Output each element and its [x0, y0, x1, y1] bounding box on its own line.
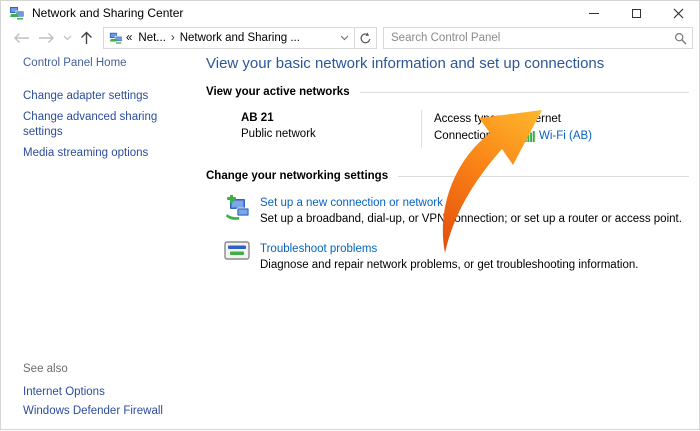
setup-connection-description: Set up a broadband, dial-up, or VPN conn…	[260, 211, 682, 228]
setup-connection-item: Set up a new connection or network Set u…	[222, 195, 689, 228]
toolbar: « Net... › Network and Sharing ...	[1, 25, 699, 51]
content-area: Control Panel Home Change adapter settin…	[1, 51, 699, 429]
minimize-button[interactable]	[573, 1, 615, 25]
refresh-button[interactable]	[355, 27, 377, 49]
see-also-section: See also Internet Options Windows Defend…	[23, 363, 163, 421]
back-arrow-icon	[13, 32, 30, 44]
page-title: View your basic network information and …	[206, 55, 689, 72]
section-rule	[398, 176, 689, 177]
search-box	[383, 27, 693, 49]
active-networks-label: View your active networks	[206, 86, 350, 98]
troubleshoot-item: Troubleshoot problems Diagnose and repai…	[222, 241, 689, 274]
minimize-icon	[589, 13, 599, 14]
main-pane: View your basic network information and …	[206, 51, 689, 274]
network-profile: Public network	[241, 126, 421, 142]
window-title: Network and Sharing Center	[32, 6, 183, 20]
network-details: Access type: Internet Connections:	[421, 110, 654, 148]
window-controls	[573, 1, 699, 25]
maximize-button[interactable]	[615, 1, 657, 25]
search-icon	[674, 32, 687, 45]
networking-settings-label: Change your networking settings	[206, 170, 388, 182]
wifi-connection-link[interactable]: Wi-Fi (AB)	[522, 128, 592, 145]
address-bar[interactable]: « Net... › Network and Sharing ...	[103, 27, 355, 49]
troubleshoot-description: Diagnose and repair network problems, or…	[260, 257, 638, 274]
sidebar-item-change-adapter-settings[interactable]: Change adapter settings	[23, 89, 191, 104]
up-button[interactable]	[76, 27, 97, 49]
connections-line: Connections: W	[434, 128, 654, 145]
see-also-label: See also	[23, 363, 163, 375]
active-networks-section-header: View your active networks	[206, 86, 689, 98]
sidebar: Control Panel Home Change adapter settin…	[23, 57, 191, 167]
titlebar: Network and Sharing Center	[1, 1, 699, 25]
troubleshoot-text: Troubleshoot problems Diagnose and repai…	[260, 241, 638, 274]
wifi-signal-icon	[522, 131, 535, 142]
troubleshoot-icon	[222, 241, 252, 269]
forward-button[interactable]	[34, 27, 59, 49]
search-button[interactable]	[668, 32, 692, 45]
forward-arrow-icon	[38, 32, 55, 44]
network-name: AB 21	[241, 110, 421, 126]
section-rule	[360, 92, 689, 93]
network-app-icon	[9, 5, 25, 21]
sidebar-item-windows-defender-firewall[interactable]: Windows Defender Firewall	[23, 402, 163, 421]
sidebar-item-media-streaming-options[interactable]: Media streaming options	[23, 146, 191, 161]
sidebar-item-change-advanced-sharing-settings[interactable]: Change advanced sharing settings	[23, 110, 191, 140]
search-input[interactable]	[384, 32, 668, 44]
breadcrumb-location-icon	[109, 31, 123, 45]
breadcrumb-segment-current[interactable]: Network and Sharing ...	[180, 32, 300, 44]
breadcrumb-separator: ›	[171, 32, 175, 44]
setup-connection-link[interactable]: Set up a new connection or network	[260, 195, 682, 211]
access-type-line: Access type: Internet	[434, 111, 654, 128]
close-icon	[673, 8, 684, 19]
breadcrumb-segment-network[interactable]: Net...	[138, 32, 165, 44]
recent-pages-button[interactable]	[59, 27, 76, 49]
up-arrow-icon	[80, 31, 93, 45]
active-network-row: AB 21 Public network Access type: Intern…	[241, 110, 689, 148]
sidebar-item-internet-options[interactable]: Internet Options	[23, 383, 163, 402]
troubleshoot-link[interactable]: Troubleshoot problems	[260, 241, 638, 257]
chevron-down-icon	[340, 35, 349, 41]
address-dropdown-button[interactable]	[340, 35, 349, 41]
breadcrumb-collapse-chevron[interactable]: «	[126, 32, 132, 44]
network-sharing-center-window: Network and Sharing Center	[0, 0, 700, 430]
back-button[interactable]	[9, 27, 34, 49]
wifi-connection-label: Wi-Fi (AB)	[539, 128, 592, 145]
new-connection-icon	[222, 195, 252, 223]
network-identity: AB 21 Public network	[241, 110, 421, 148]
maximize-icon	[632, 9, 641, 18]
connections-label: Connections:	[434, 128, 522, 145]
networking-settings-section-header: Change your networking settings	[206, 170, 689, 182]
setup-connection-text: Set up a new connection or network Set u…	[260, 195, 682, 228]
networking-settings-section: Change your networking settings	[206, 170, 689, 274]
chevron-down-icon	[63, 35, 72, 41]
refresh-icon	[359, 32, 372, 45]
access-type-value: Internet	[522, 111, 561, 128]
sidebar-item-control-panel-home[interactable]: Control Panel Home	[23, 57, 191, 69]
close-button[interactable]	[657, 1, 699, 25]
access-type-label: Access type:	[434, 111, 522, 128]
